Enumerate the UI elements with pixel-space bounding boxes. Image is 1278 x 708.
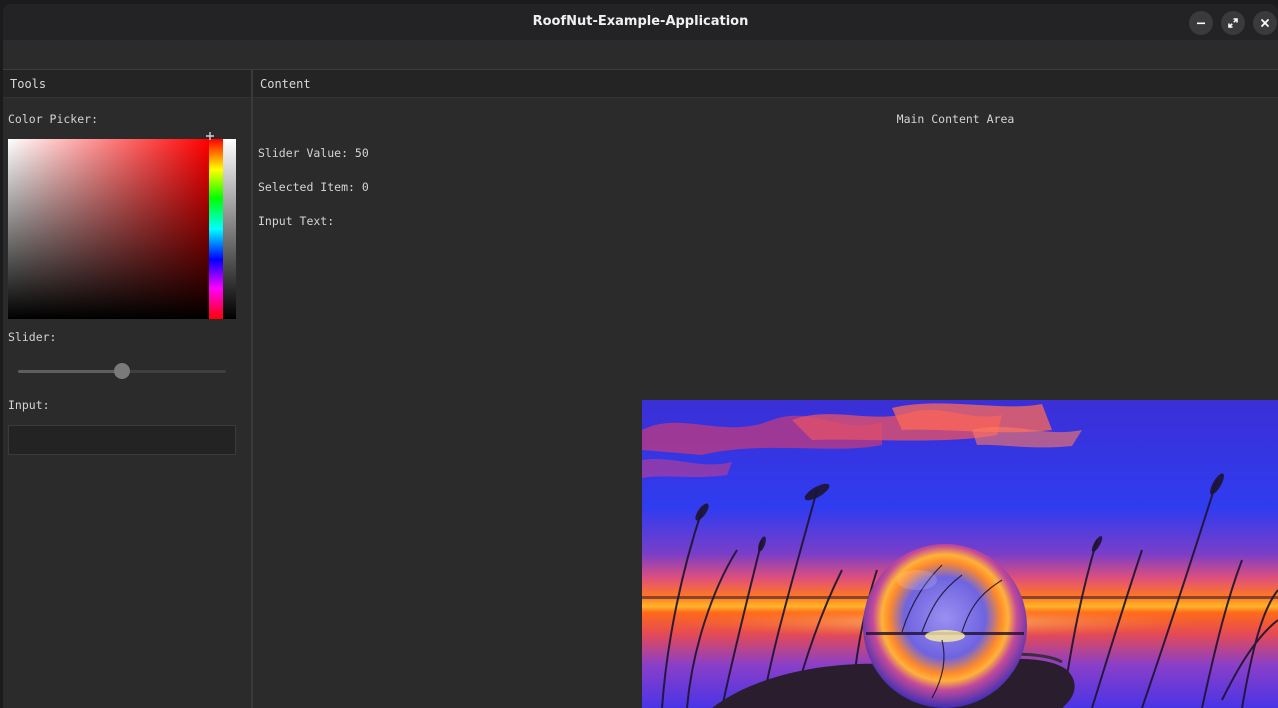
hue-slider[interactable] bbox=[209, 139, 223, 319]
input-label: Input: bbox=[8, 398, 50, 412]
content-title: Main Content Area bbox=[896, 112, 1015, 126]
content-panel-header[interactable]: Content bbox=[253, 70, 1278, 98]
sunset-crystal-ball-image bbox=[642, 400, 1278, 708]
title-bar[interactable]: RoofNut-Example-Application bbox=[3, 4, 1278, 40]
input-text-display: Input Text: bbox=[258, 214, 335, 228]
tools-panel: Tools Color Picker: Slider: Input: bbox=[3, 70, 253, 708]
content-panel: Content Main Content Area Slider Value: … bbox=[253, 70, 1278, 708]
minimize-icon bbox=[1197, 22, 1205, 25]
selected-item-text: Selected Item: 0 bbox=[258, 180, 369, 194]
window-title: RoofNut-Example-Application bbox=[532, 14, 749, 29]
value-slider-track[interactable] bbox=[18, 363, 226, 379]
slider-thumb[interactable] bbox=[114, 363, 130, 379]
color-cursor-icon[interactable] bbox=[206, 132, 214, 140]
color-picker-label: Color Picker: bbox=[8, 112, 99, 126]
tools-panel-header[interactable]: Tools bbox=[3, 70, 251, 98]
close-icon bbox=[1261, 19, 1269, 27]
slider-value-text: Slider Value: 50 bbox=[258, 146, 369, 160]
slider-label: Slider: bbox=[8, 330, 57, 344]
value-slider[interactable] bbox=[223, 139, 236, 319]
menu-bar bbox=[3, 40, 1278, 70]
saturation-value-area[interactable] bbox=[8, 139, 209, 319]
slider-fill bbox=[18, 370, 122, 373]
text-input[interactable] bbox=[8, 425, 236, 455]
maximize-button[interactable] bbox=[1221, 11, 1245, 35]
minimize-button[interactable] bbox=[1189, 11, 1213, 35]
close-button[interactable] bbox=[1253, 11, 1277, 35]
maximize-icon bbox=[1228, 18, 1238, 28]
